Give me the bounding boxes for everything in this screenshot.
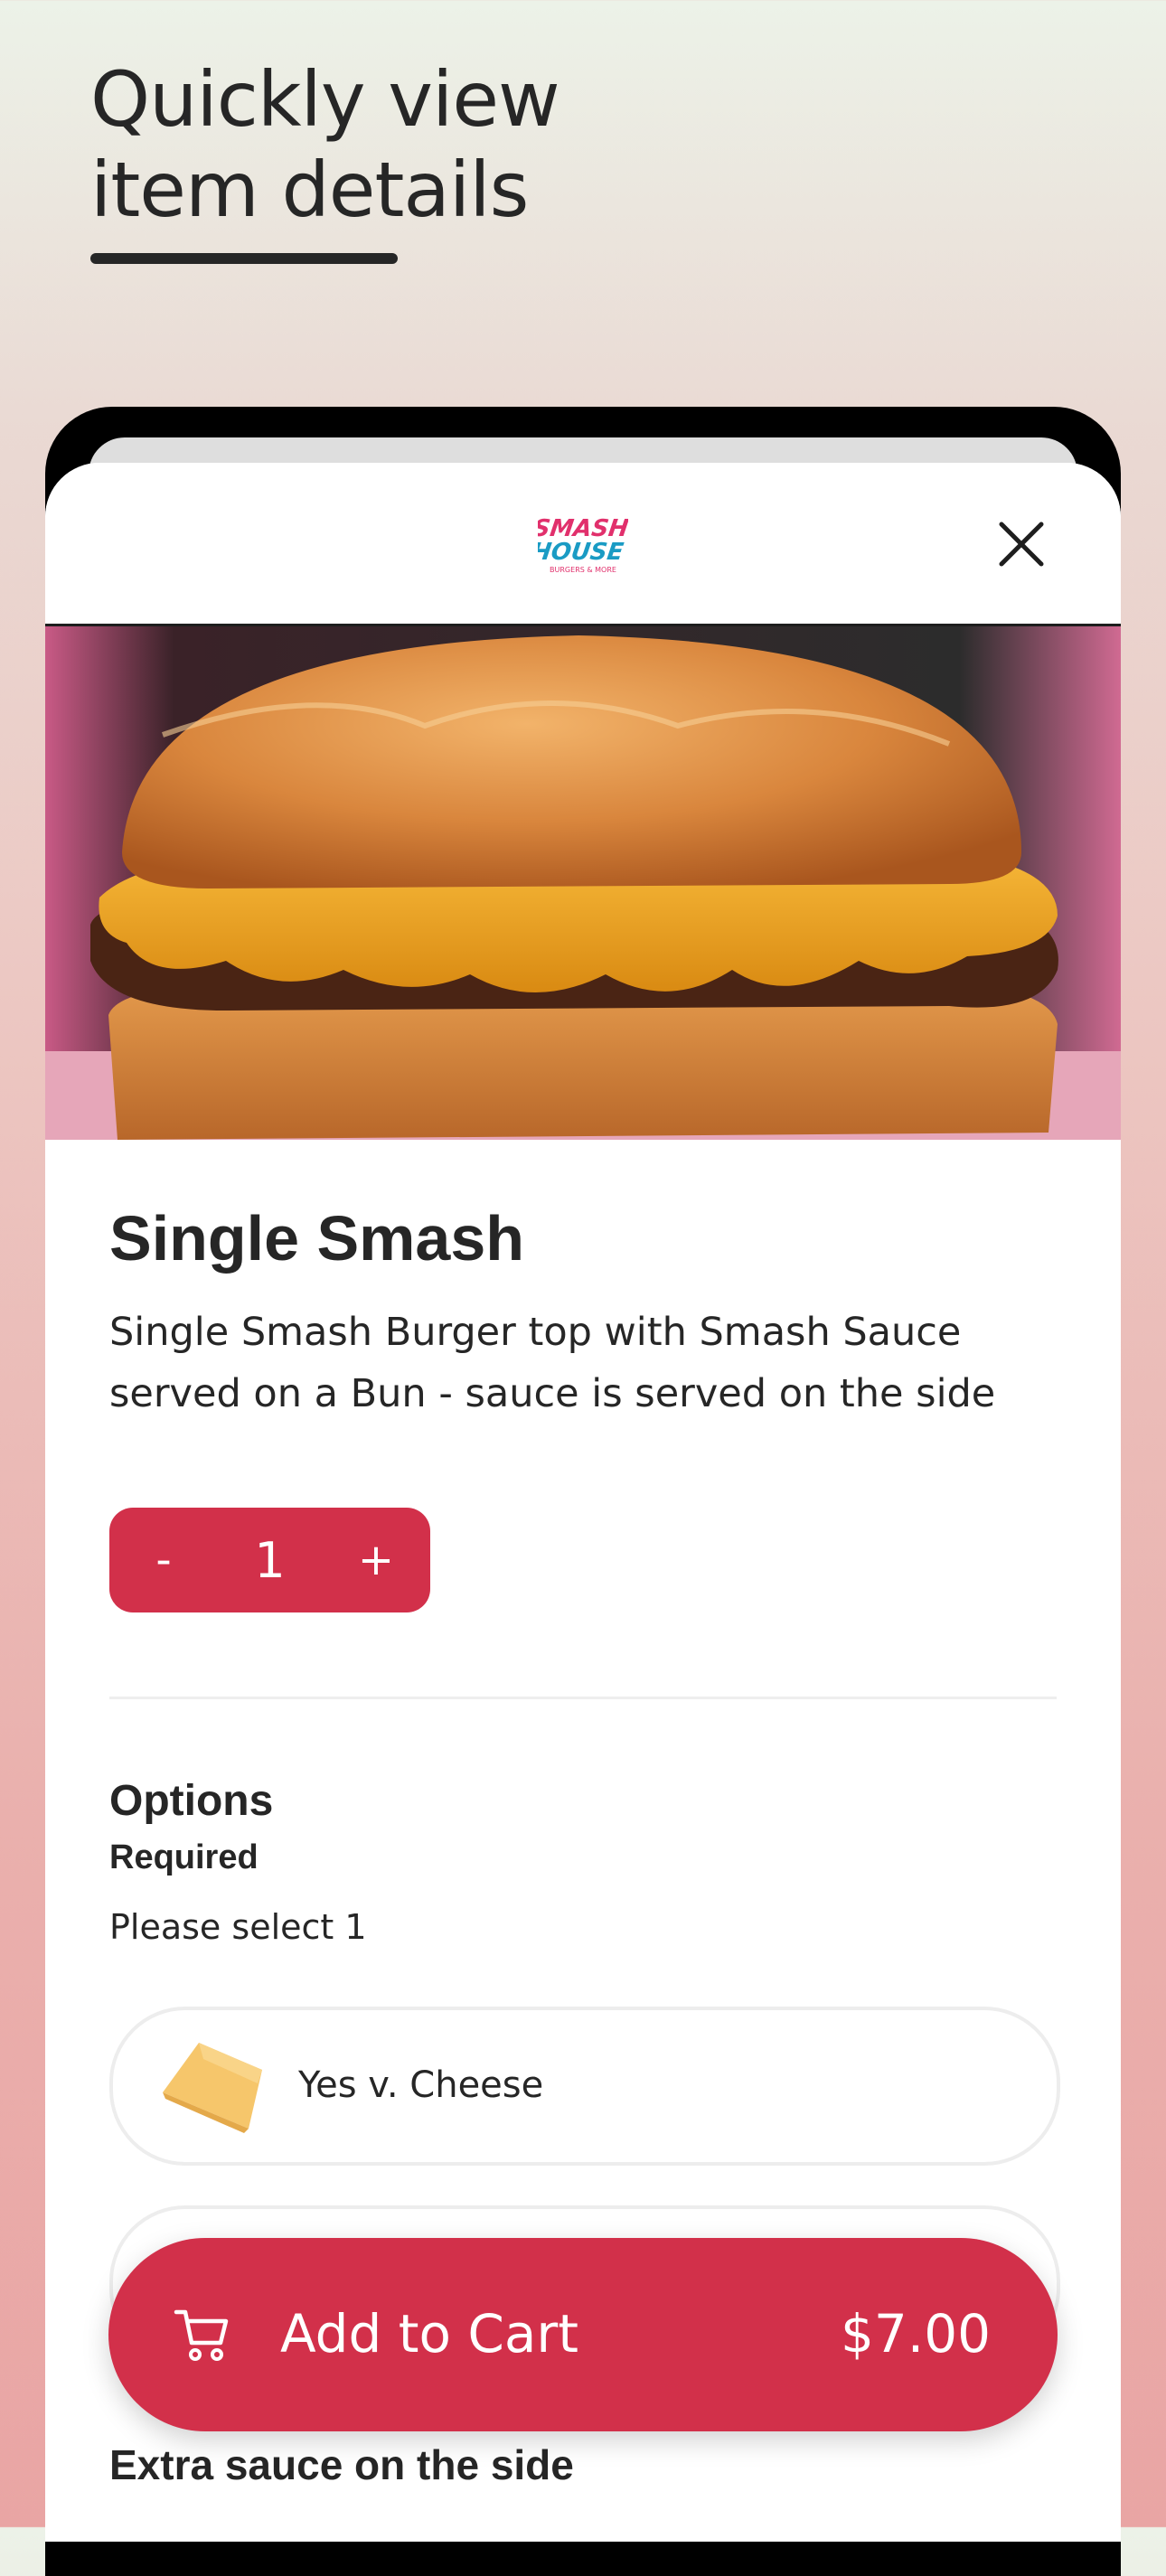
increment-button[interactable]: + [322, 1535, 430, 1585]
page-headline: Quickly view item details [90, 55, 560, 234]
logo-text-line2: HOUSE [538, 539, 625, 566]
options-required-label: Required [109, 1838, 259, 1876]
options-select-hint: Please select 1 [109, 1907, 367, 1947]
cart-price: $7.00 [840, 2303, 991, 2364]
options-title: Options [109, 1777, 274, 1825]
smash-house-logo: SMASH HOUSE BURGERS & MORE [538, 515, 628, 574]
item-title-text: Single Smash [109, 1203, 525, 1274]
section-divider [109, 1697, 1057, 1699]
cart-icon [174, 2309, 229, 2361]
add-to-cart-label: Add to Cart [280, 2303, 579, 2364]
item-description: Single Smash Burger top with Smash Sauce… [109, 1310, 996, 1416]
headline-underline [90, 253, 398, 264]
modal-header: SMASH HOUSE BURGERS & MORE [45, 463, 1121, 626]
logo-text-line3: BURGERS & MORE [550, 566, 616, 574]
option-label: Yes v. Cheese [298, 2064, 544, 2106]
option-yes-cheese[interactable]: Yes v. Cheese [109, 2007, 1060, 2166]
close-icon[interactable] [994, 517, 1048, 571]
add-to-cart-button[interactable]: Add to Cart $7.00 [108, 2238, 1058, 2431]
burger-photo [45, 626, 1121, 1140]
quantity-value: 1 [254, 1531, 286, 1589]
decrement-button[interactable]: - [109, 1535, 218, 1585]
cheese-slice-icon [163, 2043, 262, 2133]
quantity-stepper: - 1 + [109, 1508, 430, 1612]
extra-sauce-title: Extra sauce on the side [109, 2441, 574, 2488]
